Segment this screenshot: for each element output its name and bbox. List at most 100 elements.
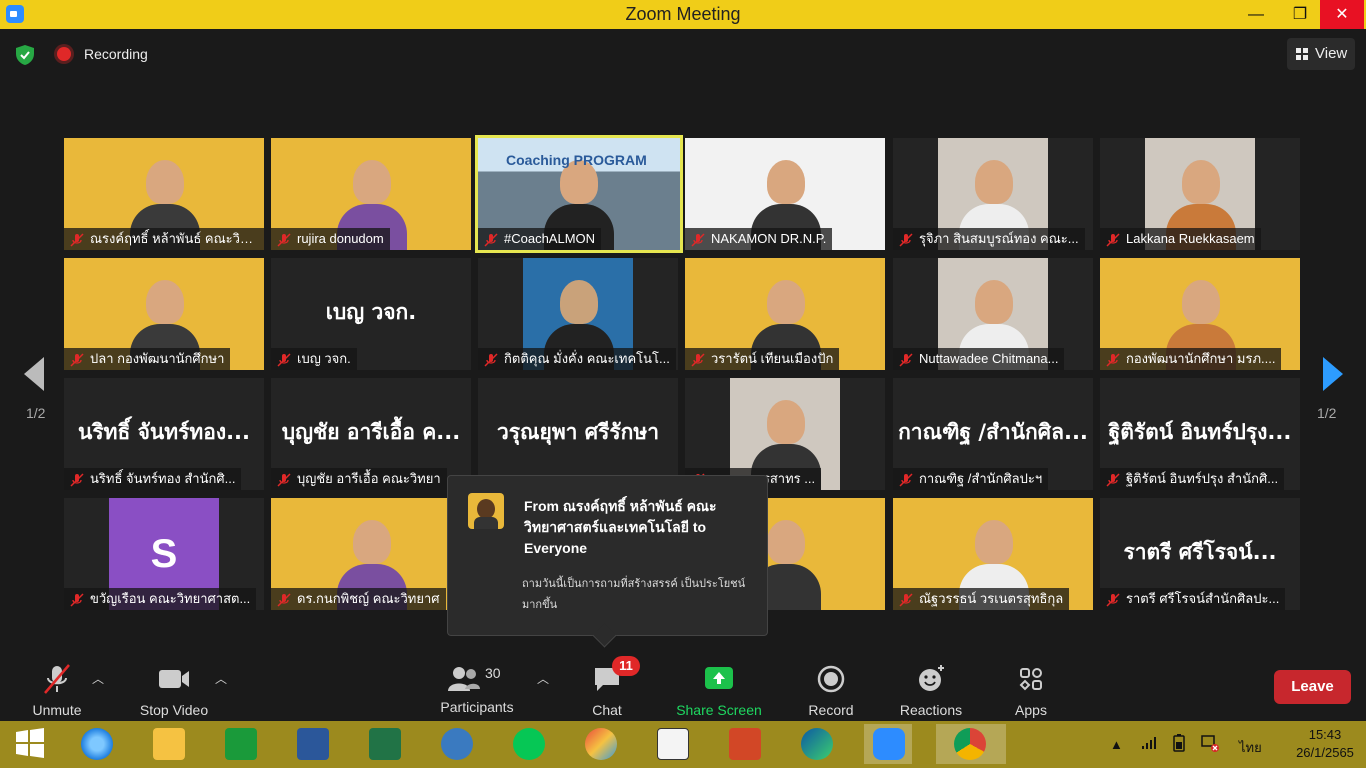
taskbar-zoom[interactable]	[864, 724, 912, 764]
participant-name-label: บุญชัย อารีเอื้อ คณะวิทยา	[271, 468, 447, 490]
participant-name: ฐิติรัตน์ อินทร์ปรุง สำนักศิ...	[1126, 471, 1279, 486]
line-icon	[513, 728, 545, 760]
edge-icon	[801, 728, 833, 760]
taskbar-internet-explorer[interactable]	[72, 724, 120, 764]
participant-name-display: ฐิติรัตน์ อินทร์ปรุง...	[1108, 420, 1292, 444]
taskbar-word[interactable]	[288, 724, 336, 764]
participants-button[interactable]: 30 Participants	[432, 663, 522, 715]
muted-mic-icon	[70, 592, 84, 607]
unmute-button[interactable]: Unmute	[24, 663, 90, 718]
participant-tile[interactable]: NAKAMON DR.N.P.	[685, 138, 885, 250]
participant-name: ณรงค์ฤทธิ์ หล้าพันธ์ คณะวิทย...	[90, 231, 264, 246]
participant-tile[interactable]: ณรงค์ฤทธิ์ หล้าพันธ์ คณะวิทย...	[64, 138, 264, 250]
participant-tile[interactable]: ปลา กองพัฒนานักศึกษา	[64, 258, 264, 370]
taskbar-chrome[interactable]	[936, 724, 1006, 764]
participant-name-label: ดร.กนกพิชญ์ คณะวิทยาศ	[271, 588, 446, 610]
participant-name: ปลา กองพัฒนานักศึกษา	[90, 351, 225, 366]
participant-tile[interactable]: Coaching PROGRAM #CoachALMON	[475, 135, 683, 253]
taskbar-excel[interactable]	[360, 724, 408, 764]
view-label: View	[1315, 45, 1348, 62]
view-button[interactable]: View	[1287, 38, 1355, 70]
taskbar-store[interactable]	[216, 724, 264, 764]
participant-name-label: Lakkana Ruekkasaem	[1100, 228, 1261, 250]
emoji-smile-icon	[919, 665, 944, 691]
unmute-label: Unmute	[32, 702, 82, 718]
participant-tile[interactable]: ณัฐวรรธน์ วรเนตรสุทธิกุล	[893, 498, 1093, 610]
participant-tile[interactable]: rujira donudom	[271, 138, 471, 250]
video-options-caret[interactable]: ︿	[215, 670, 227, 687]
excel-icon	[369, 728, 401, 760]
participant-name-label: ราตรี ศรีโรจน์สำนักศิลปะ...	[1100, 588, 1286, 610]
taskbar-clock[interactable]: 15:43 26/1/2565	[1295, 726, 1355, 762]
share-screen-button[interactable]: Share Screen	[672, 663, 766, 718]
battery-icon[interactable]	[1170, 733, 1188, 753]
participant-face	[146, 160, 184, 204]
network-disconnected-icon[interactable]	[1200, 733, 1220, 753]
taskbar-lisrel[interactable]	[648, 724, 696, 764]
participant-name: #CoachALMON	[504, 231, 596, 246]
participant-tile[interactable]: วรุณยุพา ศรีรักษา	[478, 378, 678, 490]
participant-tile[interactable]: กองพัฒนานักศึกษา มรภ....	[1100, 258, 1300, 370]
store-icon	[225, 728, 257, 760]
participant-tile[interactable]: กิตติคุณ มั่งคั่ง คณะเทคโนโ...	[478, 258, 678, 370]
participant-tile[interactable]: นริทธิ์ จันทร์ทอง... นริทธิ์ จันทร์ทอง สำ…	[64, 378, 264, 490]
participant-name-label: นริทธิ์ จันทร์ทอง สำนักศิ...	[64, 468, 242, 490]
apps-button[interactable]: Apps	[1008, 663, 1054, 718]
clock-date: 26/1/2565	[1296, 745, 1354, 760]
participant-name: Lakkana Ruekkasaem	[1126, 231, 1255, 246]
participant-face	[767, 160, 805, 204]
share-screen-label: Share Screen	[676, 702, 762, 718]
recording-icon[interactable]	[57, 47, 71, 61]
participant-tile[interactable]: S ขวัญเรือน คณะวิทยาศาสต...	[64, 498, 264, 610]
participant-tile[interactable]: เบญ วจก. เบญ วจก.	[271, 258, 471, 370]
participants-options-caret[interactable]: ︿	[537, 670, 549, 687]
input-language[interactable]: ไทย	[1239, 737, 1262, 758]
participant-tile[interactable]: บุญชัย อารีเอื้อ ค... บุญชัย อารีเอื้อ คณ…	[271, 378, 471, 490]
taskbar-math[interactable]	[432, 724, 480, 764]
muted-mic-icon	[484, 232, 498, 247]
participant-tile[interactable]: ราตรี ศรีโรจน์... ราตรี ศรีโรจน์สำนักศิลป…	[1100, 498, 1300, 610]
participant-tile[interactable]: วรารัตน์ เทียนเมืองปัก	[685, 258, 885, 370]
chrome-icon	[954, 728, 986, 760]
participant-face	[975, 280, 1013, 324]
page-indicator-right: 1/2	[1317, 405, 1337, 421]
maximize-button[interactable]: ❐	[1278, 0, 1322, 29]
participant-face	[1182, 160, 1220, 204]
muted-mic-icon	[277, 472, 291, 487]
participant-tile[interactable]: รุจิภา สินสมบูรณ์ทอง คณะ...	[893, 138, 1093, 250]
taskbar-powerpoint[interactable]	[720, 724, 768, 764]
shield-icon[interactable]	[16, 45, 34, 65]
minimize-button[interactable]: —	[1234, 0, 1278, 29]
taskbar-paint[interactable]	[576, 724, 624, 764]
participant-name-label: กองพัฒนานักศึกษา มรภ....	[1100, 348, 1282, 370]
previous-page-arrow-icon[interactable]	[24, 357, 46, 391]
participant-tile[interactable]: Nuttawadee Chitmana...	[893, 258, 1093, 370]
signal-icon[interactable]	[1140, 735, 1158, 751]
windows-start-icon[interactable]	[14, 727, 46, 759]
chat-sender: From ณรงค์ฤทธิ์ หล้าพันธ์ คณะวิทยาศาสตร์…	[524, 498, 717, 556]
taskbar-edge[interactable]	[792, 724, 840, 764]
participant-tile[interactable]: นุญศาสตรสาทร ...	[685, 378, 885, 490]
reactions-button[interactable]: Reactions	[895, 663, 967, 718]
muted-mic-icon	[899, 592, 913, 607]
participant-name-label: ปลา กองพัฒนานักศึกษา	[64, 348, 231, 370]
taskbar-line[interactable]	[504, 724, 552, 764]
leave-button[interactable]: Leave	[1274, 670, 1351, 704]
taskbar-file-explorer[interactable]	[144, 724, 192, 764]
chat-message: ถามวันนี้เป็นการถามที่สร้างสรรค์ เป็นประ…	[522, 578, 746, 611]
close-window-button[interactable]: ✕	[1320, 0, 1364, 29]
participant-face	[353, 160, 391, 204]
participant-name-label: กิตติคุณ มั่งคั่ง คณะเทคโนโ...	[478, 348, 676, 370]
participant-tile[interactable]: ฐิติรัตน์ อินทร์ปรุง... ฐิติรัตน์ อินทร์ป…	[1100, 378, 1300, 490]
participant-tile[interactable]: กาณฑิฐ /สำนักศิล... กาณฑิฐ /สำนักศิลปะฯ	[893, 378, 1093, 490]
participant-tile[interactable]: ดร.กนกพิชญ์ คณะวิทยาศ	[271, 498, 471, 610]
share-screen-icon	[705, 667, 733, 689]
audio-options-caret[interactable]: ︿	[92, 670, 104, 687]
participant-tile[interactable]: Lakkana Ruekkasaem	[1100, 138, 1300, 250]
tray-overflow-icon[interactable]: ▲	[1110, 737, 1123, 752]
next-page-arrow-icon[interactable]	[1321, 357, 1343, 391]
record-button[interactable]: Record	[802, 663, 860, 718]
chat-notification-popup[interactable]: From ณรงค์ฤทธิ์ หล้าพันธ์ คณะวิทยาศาสตร์…	[447, 475, 768, 636]
chat-label: Chat	[592, 702, 622, 718]
stop-video-button[interactable]: Stop Video	[132, 663, 216, 718]
